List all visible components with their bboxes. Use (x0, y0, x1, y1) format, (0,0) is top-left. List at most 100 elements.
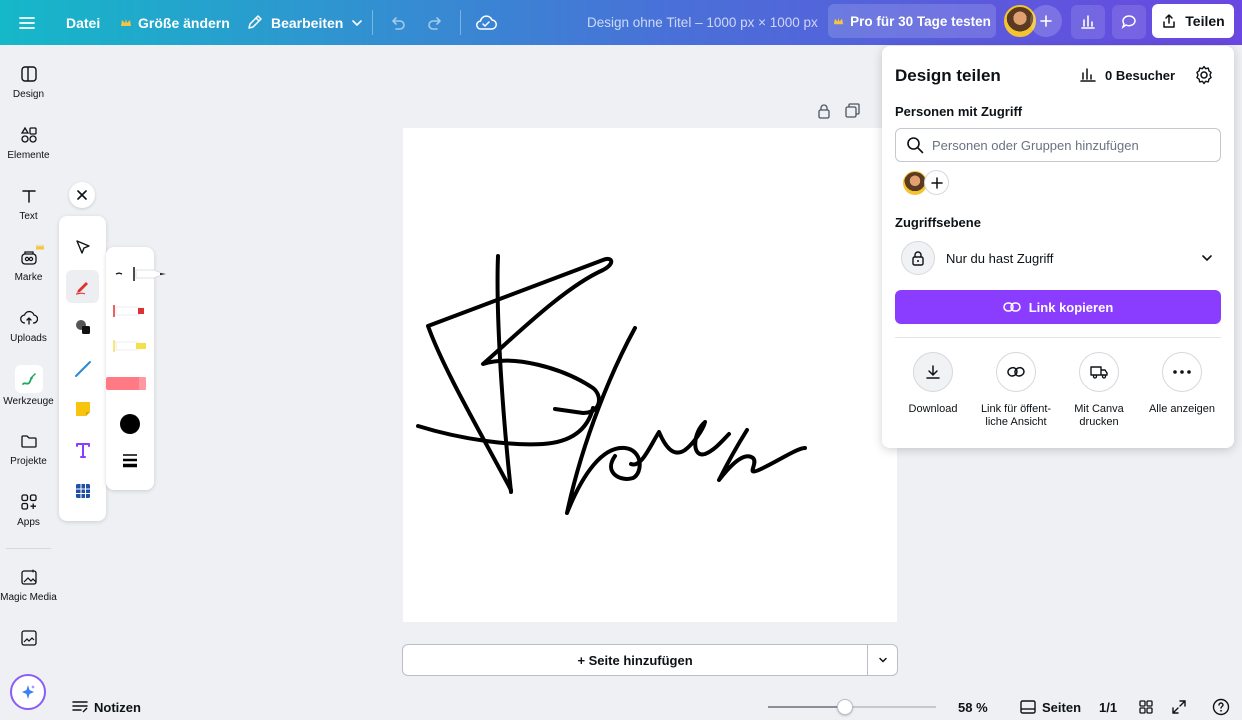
copy-link-button[interactable]: Link kopieren (895, 290, 1221, 324)
show-all-label: Alle anzeigen (1148, 403, 1216, 415)
close-icon (77, 190, 87, 200)
invite-button[interactable] (1030, 5, 1062, 37)
sidebar-label: Uploads (10, 333, 47, 344)
pen-ink-option[interactable] (106, 265, 166, 283)
redo-button[interactable] (427, 0, 445, 45)
duplicate-icon[interactable] (845, 103, 860, 118)
layout-icon (20, 66, 37, 82)
share-button[interactable]: Teilen (1152, 4, 1234, 38)
people-search-field[interactable] (895, 128, 1221, 162)
sidebar-item-elements[interactable]: Elemente (0, 126, 57, 161)
sidebar-label: Apps (17, 517, 40, 528)
sidebar-item-brand[interactable]: Marke (0, 248, 57, 283)
hamburger-icon (19, 16, 35, 29)
pages-label: Seiten (1042, 699, 1082, 715)
sidebar-label: Text (19, 211, 38, 222)
sidebar-item-text[interactable]: Text (0, 187, 57, 222)
tool-select[interactable] (66, 230, 99, 263)
sidebar-item-apps[interactable]: Apps (0, 493, 57, 528)
notes-icon (72, 701, 88, 713)
redo-icon (428, 16, 441, 30)
add-page-options-button[interactable] (867, 645, 897, 675)
tools-icon-wrap (14, 365, 43, 393)
tool-sticky-note[interactable] (66, 392, 99, 425)
chevron-down-icon (878, 657, 887, 663)
sidebar-item-magic-media[interactable]: Magic Media (0, 568, 57, 603)
elements-icon (20, 126, 37, 143)
gear-icon[interactable] (1194, 65, 1214, 85)
pen-stroke-weight[interactable] (122, 452, 138, 468)
menu-button[interactable] (18, 0, 36, 45)
pages-button[interactable]: Seiten (1020, 696, 1081, 718)
access-level-dropdown[interactable]: Nur du hast Zugriff (895, 239, 1221, 277)
pen-highlighter-option[interactable] (106, 337, 166, 355)
public-view-label: Link für öffent- liche Ansicht (980, 403, 1052, 428)
magic-assistant-button[interactable] (10, 674, 46, 710)
print-with-canva-action[interactable]: Mit Canva drucken (1056, 352, 1142, 429)
download-icon (926, 365, 940, 379)
draw-tool-panel (59, 216, 106, 521)
sidebar-item-tools[interactable]: Werkzeuge (0, 365, 57, 407)
page-counter[interactable]: 1/1 (1099, 696, 1117, 718)
notes-label: Notizen (94, 699, 141, 715)
crown-icon (121, 18, 131, 26)
toolbar-divider (460, 10, 461, 35)
sidebar-label: Projekte (10, 456, 47, 467)
pen-marker-red-option[interactable] (106, 302, 166, 320)
show-all-action[interactable]: Alle anzeigen (1139, 352, 1225, 416)
pen-eraser-option[interactable] (106, 374, 166, 392)
close-draw-button[interactable] (69, 182, 95, 208)
tool-table[interactable] (66, 474, 99, 507)
grid-view-button[interactable] (1139, 696, 1153, 718)
fullscreen-button[interactable] (1172, 696, 1186, 718)
magic-media-icon (20, 569, 37, 585)
zoom-value[interactable]: 58 % (958, 696, 988, 718)
public-view-link-action[interactable]: Link für öffent- liche Ansicht (973, 352, 1059, 429)
share-panel-title: Design teilen (895, 66, 1001, 85)
edit-menu[interactable]: Bearbeiten (246, 0, 363, 45)
lock-icon (912, 251, 924, 266)
people-search-input[interactable] (932, 137, 1212, 153)
insights-button[interactable] (1071, 5, 1105, 39)
download-action[interactable]: Download (890, 352, 976, 416)
help-button[interactable] (1212, 696, 1230, 718)
signature-drawing[interactable] (403, 128, 897, 622)
chevron-down-icon (1202, 255, 1212, 262)
undo-button[interactable] (388, 0, 406, 45)
sidebar-item-uploads[interactable]: Uploads (0, 309, 57, 344)
cloud-save-button[interactable] (475, 0, 497, 45)
add-person-button[interactable] (924, 170, 949, 195)
tool-text[interactable] (66, 433, 99, 466)
visitors-button[interactable]: 0 Besucher (1079, 67, 1175, 83)
sidebar-item-projects[interactable]: Projekte (0, 432, 57, 467)
tool-shapes[interactable] (66, 310, 99, 343)
truck-icon-wrap (1079, 352, 1119, 392)
design-canvas[interactable] (403, 128, 897, 622)
pro-trial-button[interactable]: Pro für 30 Tage testen (828, 4, 996, 38)
pen-color-swatch[interactable] (120, 414, 140, 434)
notes-button[interactable]: Notizen (72, 696, 141, 718)
tool-line[interactable] (66, 352, 99, 385)
zoom-slider-thumb[interactable] (837, 699, 853, 715)
sidebar-label: Elemente (7, 150, 50, 161)
lock-icon[interactable] (817, 103, 831, 119)
sidebar-item-images[interactable] (0, 629, 57, 647)
toolbar-divider (372, 10, 373, 35)
access-level-label: Zugriffsebene (895, 215, 981, 230)
bar-chart-icon (1081, 15, 1095, 29)
pen-options-panel (106, 247, 166, 490)
share-icon (1163, 14, 1176, 28)
upload-icon (19, 310, 38, 325)
tool-pen[interactable] (66, 270, 99, 303)
comments-button[interactable] (1112, 5, 1146, 39)
crown-icon (35, 243, 45, 250)
file-menu[interactable]: Datei (66, 0, 100, 45)
sidebar-item-design[interactable]: Design (0, 65, 57, 100)
document-title[interactable]: Design ohne Titel – 1000 px × 1000 px (587, 0, 818, 45)
text-tool-icon (75, 442, 90, 458)
add-page-button[interactable]: + Seite hinzufügen (403, 645, 867, 675)
image-icon (20, 630, 37, 646)
pages-icon (1020, 700, 1036, 714)
resize-button[interactable]: Größe ändern (120, 0, 230, 45)
zoom-slider[interactable] (768, 699, 936, 715)
